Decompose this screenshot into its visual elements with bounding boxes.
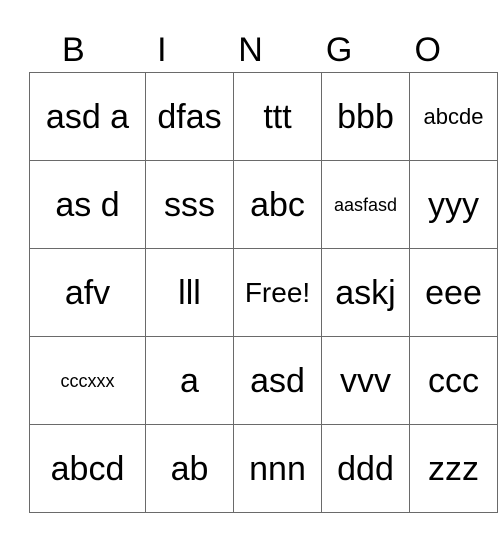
grid-row: afv lll Free! askj eee	[29, 248, 498, 337]
bingo-cell: lll	[145, 248, 234, 337]
grid-row: as d sss abc aasfasd yyy	[29, 160, 498, 249]
bingo-cell: abc	[233, 160, 322, 249]
grid-row: asd a dfas ttt bbb abcde	[29, 72, 498, 161]
bingo-cell: yyy	[409, 160, 498, 249]
bingo-cell: asd	[233, 336, 322, 425]
header-letter-g: G	[325, 31, 353, 69]
bingo-cell: askj	[321, 248, 410, 337]
grid-row: cccxxx a asd vvv ccc	[29, 336, 498, 425]
bingo-cell: bbb	[321, 72, 410, 161]
bingo-cell: eee	[409, 248, 498, 337]
bingo-cell: dfas	[145, 72, 234, 161]
bingo-header: B I N G O	[29, 28, 472, 72]
bingo-cell: ddd	[321, 424, 410, 513]
bingo-cell: aasfasd	[321, 160, 410, 249]
bingo-cell: asd a	[29, 72, 146, 161]
bingo-cell: as d	[29, 160, 146, 249]
bingo-cell: vvv	[321, 336, 410, 425]
free-space-cell: Free!	[233, 248, 322, 337]
bingo-cell: abcde	[409, 72, 498, 161]
bingo-cell: ab	[145, 424, 234, 513]
bingo-cell: nnn	[233, 424, 322, 513]
bingo-cell: abcd	[29, 424, 146, 513]
header-letter-n: N	[238, 31, 263, 69]
bingo-grid: asd a dfas ttt bbb abcde as d sss abc aa…	[29, 72, 498, 513]
bingo-cell: zzz	[409, 424, 498, 513]
header-letter-o: O	[414, 31, 441, 69]
bingo-cell: sss	[145, 160, 234, 249]
bingo-cell: afv	[29, 248, 146, 337]
bingo-cell: cccxxx	[29, 336, 146, 425]
bingo-cell: ttt	[233, 72, 322, 161]
grid-row: abcd ab nnn ddd zzz	[29, 424, 498, 513]
bingo-cell: ccc	[409, 336, 498, 425]
header-letter-i: I	[157, 31, 167, 69]
header-letter-b: B	[61, 31, 85, 69]
bingo-cell: a	[145, 336, 234, 425]
